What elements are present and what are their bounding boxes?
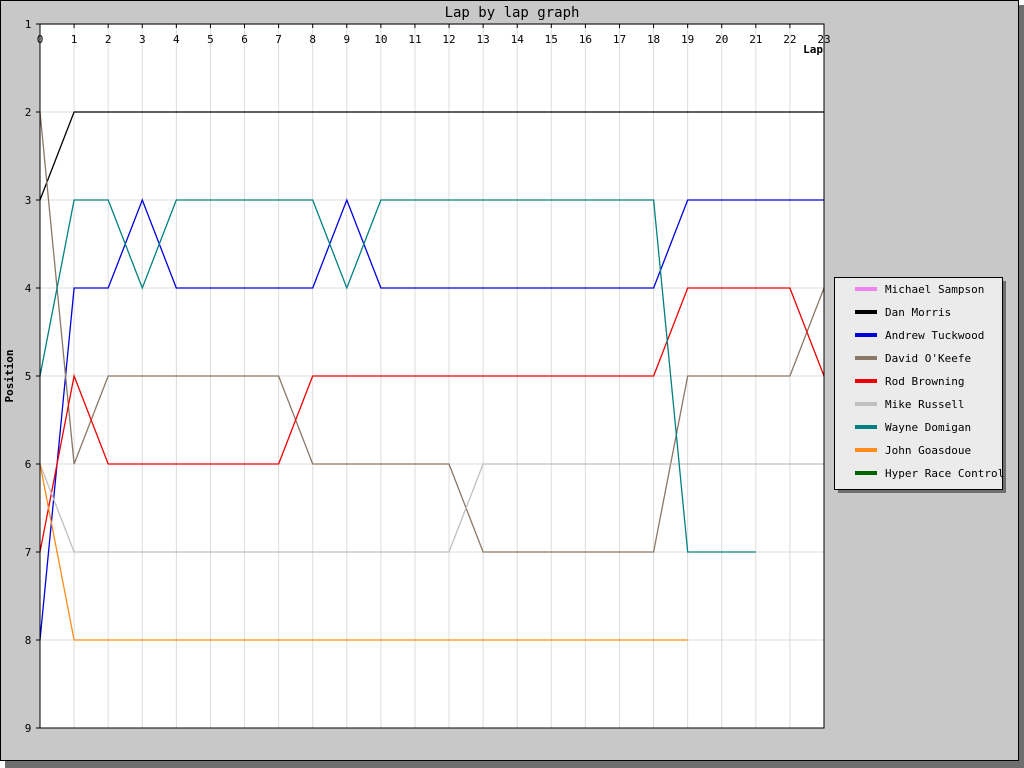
y-tick-label: 1	[25, 18, 32, 31]
legend-label: Michael Sampson	[885, 283, 984, 296]
legend: Michael Sampson Dan Morris Andrew Tuckwood…	[834, 277, 1006, 493]
y-tick-label: 5	[25, 370, 32, 383]
x-tick-label: 2	[105, 33, 112, 46]
legend-label: Wayne Domigan	[885, 421, 971, 434]
y-axis-label: Position	[3, 350, 16, 403]
x-tick-label: 4	[173, 33, 180, 46]
x-tick-label: 9	[343, 33, 350, 46]
legend-label: David O'Keefe	[885, 352, 971, 365]
y-tick-label: 3	[25, 194, 32, 207]
x-tick-label: 16	[579, 33, 592, 46]
legend-label: Rod Browning	[885, 375, 964, 388]
x-tick-label: 3	[139, 33, 146, 46]
x-tick-label: 17	[613, 33, 626, 46]
x-tick-label: 10	[374, 33, 387, 46]
x-tick-label: 15	[545, 33, 558, 46]
x-tick-label: 14	[511, 33, 525, 46]
y-tick-label: 8	[25, 634, 32, 647]
x-tick-label: 0	[37, 33, 44, 46]
x-tick-label: 21	[749, 33, 762, 46]
lap-chart: 0 1 2 3 4 5 6 7 8 9 10 11 12 13 14 15 16 17 18 19 20 21 22 23 1…	[0, 0, 1024, 768]
x-tick-label: 11	[408, 33, 421, 46]
x-tick-label: 12	[442, 33, 455, 46]
y-tick-label: 4	[25, 282, 32, 295]
legend-label: Andrew Tuckwood	[885, 329, 984, 342]
x-tick-label: 13	[477, 33, 490, 46]
legend-label: Mike Russell	[885, 398, 964, 411]
x-tick-label: 20	[715, 33, 728, 46]
y-tick-label: 9	[25, 722, 32, 735]
legend-label: Hyper Race Control	[885, 467, 1004, 480]
x-tick-label: 7	[275, 33, 282, 46]
x-tick-label: 6	[241, 33, 248, 46]
legend-label: Dan Morris	[885, 306, 951, 319]
y-tick-label: 7	[25, 546, 32, 559]
x-tick-label: 19	[681, 33, 694, 46]
x-tick-label: 8	[309, 33, 316, 46]
x-axis-label: Lap	[803, 43, 823, 56]
y-tick-label: 2	[25, 106, 32, 119]
x-tick-label: 18	[647, 33, 660, 46]
x-tick-label: 5	[207, 33, 214, 46]
x-tick-label: 1	[71, 33, 78, 46]
y-tick-label: 6	[25, 458, 32, 471]
legend-label: John Goasdoue	[885, 444, 971, 457]
chart-title: Lap by lap graph	[445, 5, 580, 21]
x-tick-label: 22	[783, 33, 796, 46]
